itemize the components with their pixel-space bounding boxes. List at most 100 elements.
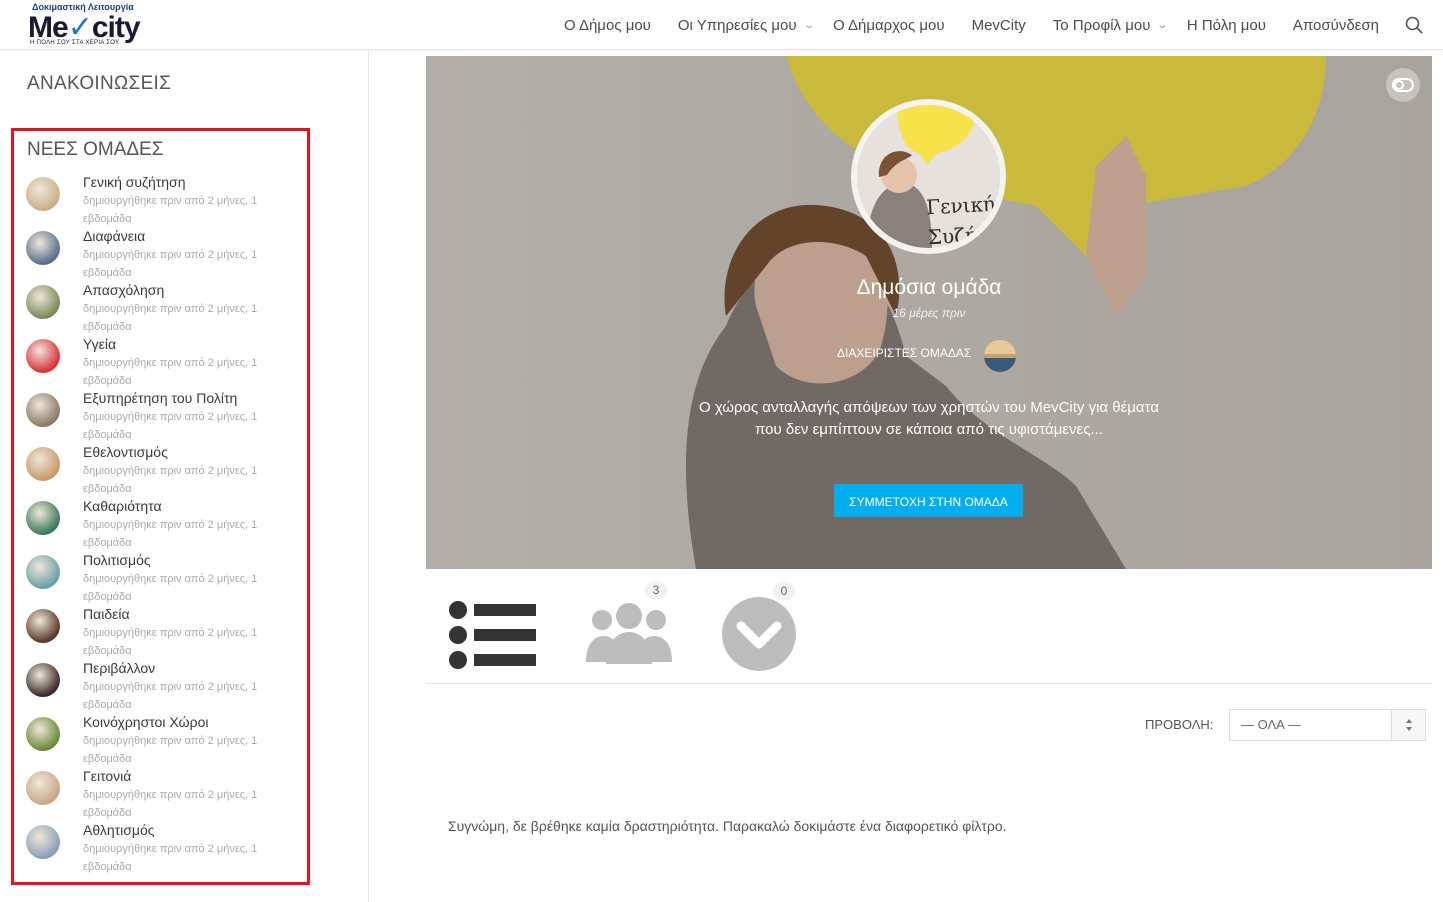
activity-filter-select[interactable]: — ΟΛΑ — xyxy=(1229,709,1426,741)
group-created-meta: δημιουργήθηκε πριν από 2 μήνες, 1 εβδομά… xyxy=(83,249,258,279)
group-created-meta: δημιουργήθηκε πριν από 2 μήνες, 1 εβδομά… xyxy=(83,573,258,603)
empty-activity-message: Συγνώμη, δε βρέθηκε καμία δραστηριότητα.… xyxy=(448,818,1007,834)
group-name[interactable]: Γειτονιά xyxy=(83,768,131,784)
group-name[interactable]: Κοινόχρηστοι Χώροι xyxy=(83,714,208,730)
group-list-item[interactable]: Παιδεία δημιουργήθηκε πριν από 2 μήνες, 1… xyxy=(26,606,306,660)
group-name[interactable]: Εξυπηρέτηση του Πολίτη xyxy=(83,390,237,406)
group-name[interactable]: Εθελοντισμός xyxy=(83,444,168,460)
group-cover: Γενική Συζήτησ Δημόσια ομάδα 16 μέρες πρι… xyxy=(426,56,1432,569)
group-list-item[interactable]: Εθελοντισμός δημιουργήθηκε πριν από 2 μήν… xyxy=(26,444,306,498)
group-name[interactable]: Διαφάνεια xyxy=(83,228,145,244)
group-avatar-thumb[interactable] xyxy=(26,771,60,805)
group-name[interactable]: Περιβάλλον xyxy=(83,660,155,676)
toggle-icon[interactable] xyxy=(1386,68,1420,102)
search-icon[interactable] xyxy=(1405,16,1423,34)
nav-my-profile[interactable]: Το Προφίλ μου ⌄ xyxy=(1052,16,1169,34)
nav-my-municipality[interactable]: Ο Δήμος μου xyxy=(564,17,651,34)
group-list-item[interactable]: Κοινόχρηστοι Χώροι δημιουργήθηκε πριν από… xyxy=(26,714,306,768)
requests-count-badge: 0 xyxy=(773,582,795,600)
join-group-button[interactable]: ΣΥΜΜΕΤΟΧΗ ΣΤΗΝ ΟΜΑΔΑ xyxy=(834,484,1023,517)
tab-activity[interactable] xyxy=(446,600,536,675)
group-list-item[interactable]: Πολιτισμός δημιουργήθηκε πριν από 2 μήνες… xyxy=(26,552,306,606)
nav-label: Οι Υπηρεσίες μου xyxy=(677,16,797,34)
nav-my-city[interactable]: Η Πόλη μου xyxy=(1187,17,1266,34)
group-created-meta: δημιουργήθηκε πριν από 2 μήνες, 1 εβδομά… xyxy=(83,681,258,711)
tab-requests[interactable]: 0 xyxy=(721,582,797,677)
group-avatar-thumb[interactable] xyxy=(26,825,60,859)
group-list-item[interactable]: Απασχόληση δημιουργήθηκε πριν από 2 μήνες… xyxy=(26,282,306,336)
group-created-meta: δημιουργήθηκε πριν από 2 μήνες, 1 εβδομά… xyxy=(83,465,258,495)
group-avatar[interactable]: Γενική Συζήτησ xyxy=(851,99,1006,254)
group-name[interactable]: Πολιτισμός xyxy=(83,552,151,568)
group-avatar-thumb[interactable] xyxy=(26,177,60,211)
group-created-meta: δημιουργήθηκε πριν από 2 μήνες, 1 εβδομά… xyxy=(83,411,258,441)
group-created-meta: δημιουργήθηκε πριν από 2 μήνες, 1 εβδομά… xyxy=(83,195,258,225)
tab-members[interactable]: 3 xyxy=(584,581,674,675)
filter-selected-value: — ΟΛΑ — xyxy=(1241,717,1301,732)
nav-my-services[interactable]: Οι Υπηρεσίες μου ⌄ xyxy=(677,16,815,34)
chevron-down-icon: ⌄ xyxy=(1156,19,1169,31)
group-avatar-line1: Γενική xyxy=(925,191,996,220)
group-list-item[interactable]: Υγεία δημιουργήθηκε πριν από 2 μήνες, 1 ε… xyxy=(26,336,306,390)
group-name[interactable]: Απασχόληση xyxy=(83,282,164,298)
group-created-meta: δημιουργήθηκε πριν από 2 μήνες, 1 εβδομά… xyxy=(83,627,258,657)
group-avatar-thumb[interactable] xyxy=(26,555,60,589)
nav-logout[interactable]: Αποσύνδεση xyxy=(1293,17,1379,34)
group-tabs: 3 0 xyxy=(426,580,1432,684)
filter-label: ΠΡΟΒΟΛΗ: xyxy=(1145,717,1214,732)
group-avatar-thumb[interactable] xyxy=(26,663,60,697)
chevron-down-icon: ⌄ xyxy=(802,19,815,31)
new-groups-title: ΝΕΕΣ ΟΜΑΔΕΣ xyxy=(27,139,164,160)
requests-icon xyxy=(722,597,796,671)
group-avatar-text: Γενική Συζήτησ xyxy=(925,188,1006,250)
group-name[interactable]: Αθλητισμός xyxy=(83,822,155,838)
nav-label: MevCity xyxy=(971,16,1026,34)
sidebar: ΑΝΑΚΟΙΝΩΣΕΙΣ ΝΕΕΣ ΟΜΑΔΕΣ Γενική συζήτηση… xyxy=(0,51,369,902)
nav-label: Αποσύνδεση xyxy=(1292,16,1379,34)
group-admins-label: ΔΙΑΧΕΙΡΙΣΤΕΣ ΟΜΑΔΑΣ xyxy=(837,346,972,360)
group-name[interactable]: Παιδεία xyxy=(83,606,130,622)
group-name[interactable]: Γενική συζήτηση xyxy=(83,174,185,190)
nav-label: Το Προφίλ μου xyxy=(1052,16,1151,34)
select-arrows-icon xyxy=(1391,710,1425,740)
group-avatar-thumb[interactable] xyxy=(26,231,60,265)
group-list: Γενική συζήτηση δημιουργήθηκε πριν από 2 … xyxy=(26,174,306,876)
group-list-item[interactable]: Καθαριότητα δημιουργήθηκε πριν από 2 μήνε… xyxy=(26,498,306,552)
group-created-meta: δημιουργήθηκε πριν από 2 μήνες, 1 εβδομά… xyxy=(83,735,258,765)
group-created-time: 16 μέρες πριν xyxy=(892,306,966,320)
announcements-title[interactable]: ΑΝΑΚΟΙΝΩΣΕΙΣ xyxy=(27,73,171,95)
group-avatar-thumb[interactable] xyxy=(26,447,60,481)
group-avatar-thumb[interactable] xyxy=(26,339,60,373)
group-list-item[interactable]: Γενική συζήτηση δημιουργήθηκε πριν από 2 … xyxy=(26,174,306,228)
admin-avatar[interactable] xyxy=(984,340,1016,372)
group-avatar-line2: Συζήτησ xyxy=(927,220,1006,250)
group-list-item[interactable]: Γειτονιά δημιουργήθηκε πριν από 2 μήνες, … xyxy=(26,768,306,822)
group-name[interactable]: Υγεία xyxy=(83,336,116,352)
group-avatar-thumb[interactable] xyxy=(26,501,60,535)
members-count-badge: 3 xyxy=(645,581,667,599)
group-list-item[interactable]: Εξυπηρέτηση του Πολίτη δημιουργήθηκε πριν… xyxy=(26,390,306,444)
group-avatar-thumb[interactable] xyxy=(26,285,60,319)
group-created-meta: δημιουργήθηκε πριν από 2 μήνες, 1 εβδομά… xyxy=(83,303,258,333)
new-groups-widget: ΝΕΕΣ ΟΜΑΔΕΣ Γενική συζήτηση δημιουργήθηκε… xyxy=(11,128,310,885)
group-avatar-thumb[interactable] xyxy=(26,393,60,427)
group-list-item[interactable]: Αθλητισμός δημιουργήθηκε πριν από 2 μήνες… xyxy=(26,822,306,876)
members-icon xyxy=(586,603,672,664)
group-created-meta: δημιουργήθηκε πριν από 2 μήνες, 1 εβδομά… xyxy=(83,789,258,819)
nav-my-mayor[interactable]: Ο Δήμαρχος μου xyxy=(833,17,945,34)
group-avatar-thumb[interactable] xyxy=(26,609,60,643)
logo-tagline: Η ΠΟΛΗ ΣΟΥ ΣΤΑ ΧΕΡΙΑ ΣΟΥ xyxy=(30,40,120,46)
group-avatar-thumb[interactable] xyxy=(26,717,60,751)
nav-label: Η Πόλη μου xyxy=(1186,16,1266,34)
group-list-item[interactable]: Διαφάνεια δημιουργήθηκε πριν από 2 μήνες,… xyxy=(26,228,306,282)
nav-mevcity[interactable]: MevCity xyxy=(972,17,1026,34)
mevcity-logo[interactable]: Δοκιμαστική Λειτουργία Me✓city Η ΠΟΛΗ ΣΟ… xyxy=(28,2,158,48)
group-description: Ο χώρος ανταλλαγής απόψεων των χρηστών τ… xyxy=(698,399,1159,438)
group-name[interactable]: Καθαριότητα xyxy=(83,498,162,514)
activity-list-icon xyxy=(449,601,536,669)
group-list-item[interactable]: Περιβάλλον δημιουργήθηκε πριν από 2 μήνες… xyxy=(26,660,306,714)
group-type: Δημόσια ομάδα xyxy=(856,276,1002,299)
main-nav: Ο Δήμος μου Οι Υπηρεσίες μου ⌄ Ο Δήμαρχος… xyxy=(537,0,1423,50)
group-created-meta: δημιουργήθηκε πριν από 2 μήνες, 1 εβδομά… xyxy=(83,357,258,387)
nav-label: Ο Δήμος μου xyxy=(563,16,651,34)
